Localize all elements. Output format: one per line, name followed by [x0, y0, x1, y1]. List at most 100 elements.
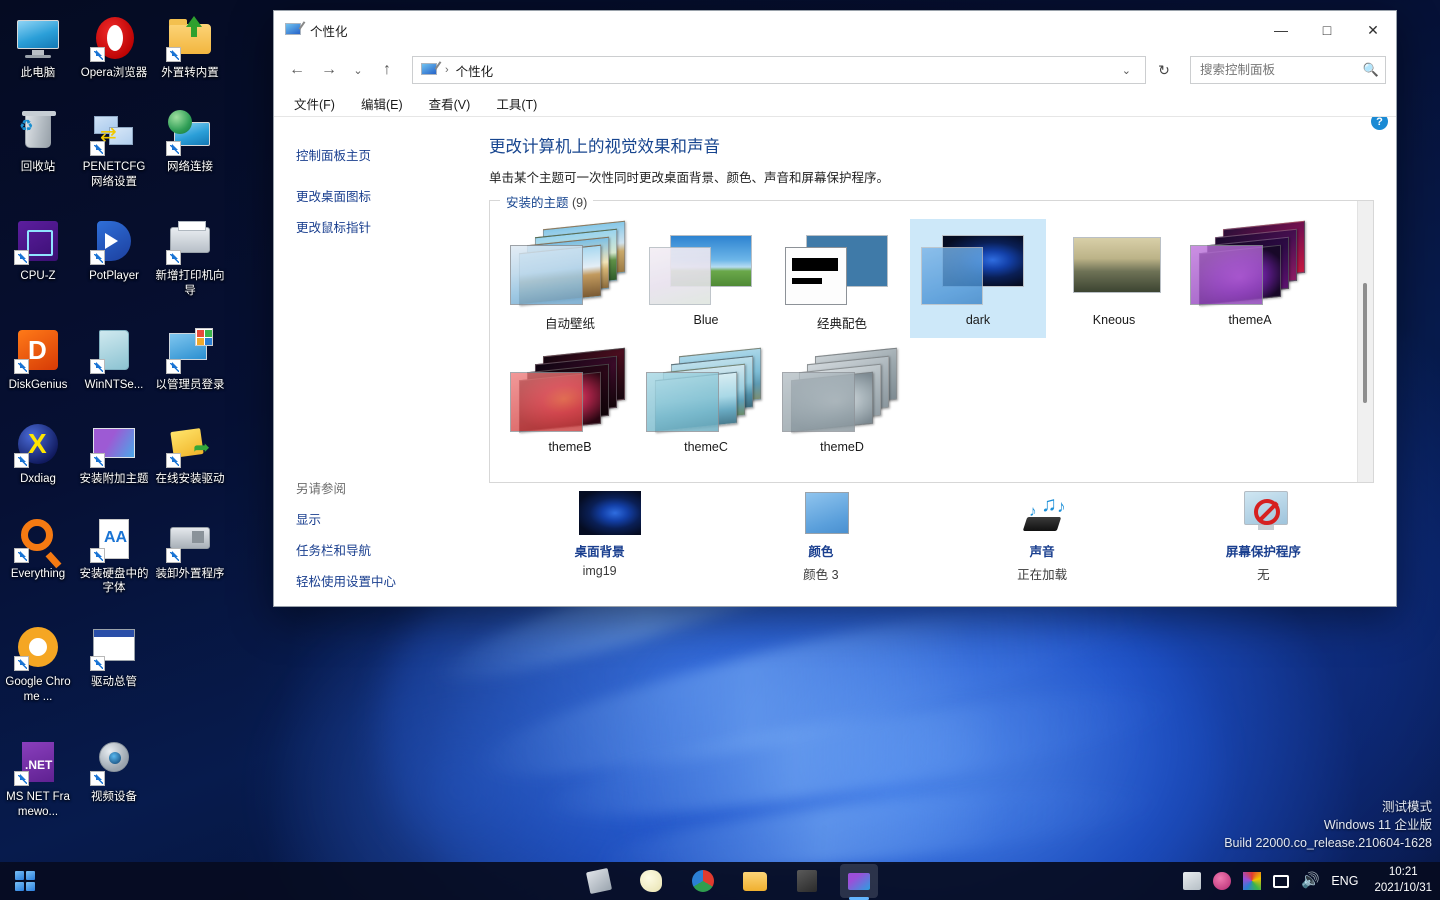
setting-sound[interactable]: ♪ ♫ ♪ 声音 正在加载	[932, 491, 1153, 583]
desktop-icon-google-chrome[interactable]: Google Chrome ...	[0, 617, 76, 708]
taskbar-item-personalization[interactable]	[840, 864, 878, 900]
see-also-ease-of-access[interactable]: 轻松使用设置中心	[296, 565, 396, 596]
desktop-background-icon	[569, 491, 641, 535]
up-button[interactable]: ↑	[372, 55, 402, 85]
setting-desktop-background[interactable]: 桌面背景 img19	[489, 491, 710, 578]
desktop-icon-external-program[interactable]: 装卸外置程序	[152, 509, 228, 600]
see-also-header: 另请参阅	[296, 482, 347, 496]
theme-thumbnail	[646, 223, 766, 309]
desktop-icon-diskgenius[interactable]: DiskGenius	[0, 320, 76, 396]
theme-item-themeA[interactable]: themeA	[1182, 219, 1318, 338]
taskbar-item-floppy-save[interactable]	[580, 864, 618, 898]
desktop-icon-dxdiag[interactable]: Dxdiag	[0, 414, 76, 490]
theme-item-auto-wallpaper[interactable]: 自动壁纸	[502, 219, 638, 338]
theme-item-themeD[interactable]: themeD	[774, 346, 910, 460]
network-icon[interactable]	[1273, 874, 1290, 888]
see-also-display[interactable]: 显示	[296, 503, 321, 534]
safely-remove-hardware-icon[interactable]	[1183, 872, 1202, 890]
search-box[interactable]: 🔍	[1190, 56, 1386, 84]
taskbar-item-bird-app[interactable]	[632, 864, 670, 898]
desktop-icon-label: MS NET Framewo...	[6, 791, 70, 818]
refresh-button[interactable]: ↻	[1148, 56, 1180, 84]
theme-item-kneous[interactable]: Kneous	[1046, 219, 1182, 338]
desktop-icon-winntsetup[interactable]: WinNTSe...	[76, 320, 152, 396]
taskbar-item-memory[interactable]	[788, 864, 826, 898]
clock[interactable]: 10:21 2021/10/31	[1374, 865, 1432, 896]
see-also-taskbar-navigation[interactable]: 任务栏和导航	[296, 534, 371, 565]
close-button[interactable]: ✕	[1350, 11, 1396, 49]
dotnet-framework-icon	[14, 738, 62, 787]
sidebar-item-change-desktop-icons[interactable]: 更改桌面图标	[296, 180, 371, 211]
this-pc-icon	[14, 14, 62, 62]
desktop-icon-recycle-bin[interactable]: ♻ 回收站	[0, 102, 76, 193]
chevron-down-icon[interactable]: ⌄	[1112, 64, 1141, 77]
page-subtitle: 单击某个主题可一次性同时更改桌面背景、颜色、声音和屏幕保护程序。	[489, 171, 890, 185]
group-legend: 安装的主题 (9)	[500, 192, 594, 211]
desktop-icon-add-printer[interactable]: 新增打印机向导	[152, 211, 228, 302]
setting-title[interactable]: 屏幕保护程序	[1153, 541, 1374, 560]
theme-item-themeC[interactable]: themeC	[638, 346, 774, 460]
desktop-icon-potplayer[interactable]: PotPlayer	[76, 211, 152, 302]
sidebar-item-change-mouse-pointer[interactable]: 更改鼠标指针	[296, 211, 371, 242]
back-button[interactable]: ←	[282, 55, 312, 85]
language-indicator[interactable]: ENG	[1331, 874, 1358, 888]
theme-item-themeB[interactable]: themeB	[502, 346, 638, 460]
screensaver-icon	[1232, 491, 1294, 535]
menu-edit[interactable]: 编辑(E)	[357, 92, 407, 115]
theme-item-dark[interactable]: dark	[910, 219, 1046, 338]
desktop-icon-cpuz[interactable]: CPU-Z	[0, 211, 76, 302]
desktop-icon-dotnet-framework[interactable]: MS NET Framewo...	[0, 732, 76, 823]
forward-button[interactable]: →	[314, 55, 344, 85]
desktop-icon-install-theme[interactable]: 安装附加主题	[76, 414, 152, 490]
theme-label: themeC	[684, 440, 728, 454]
desktop-icon-everything[interactable]: Everything	[0, 509, 76, 600]
desktop-icon-row: Everything 安装硬盘中的字体 装卸外置程序	[0, 509, 228, 600]
notification-dot-icon[interactable]	[1213, 872, 1232, 890]
scrollbar-thumb[interactable]	[1363, 283, 1367, 403]
help-icon[interactable]: ?	[1371, 117, 1388, 130]
theme-item-classic[interactable]: 经典配色	[774, 219, 910, 338]
desktop-icon-label: CPU-Z	[20, 270, 56, 283]
theme-thumbnail	[782, 223, 902, 309]
search-icon[interactable]: 🔍	[1363, 62, 1379, 78]
theme-item-blue[interactable]: Blue	[638, 219, 774, 338]
recent-locations-button[interactable]: ⌄	[346, 55, 370, 85]
maximize-button[interactable]: □	[1304, 11, 1350, 49]
minimize-button[interactable]: —	[1258, 11, 1304, 49]
desktop-icon-admin-login[interactable]: 以管理员登录	[152, 320, 228, 396]
theme-thumbnail	[1190, 220, 1310, 309]
taskbar-item-file-explorer[interactable]	[736, 864, 774, 898]
color-picker-icon[interactable]	[1243, 872, 1262, 890]
sidebar-item-control-panel-home[interactable]: 控制面板主页	[296, 139, 371, 170]
opera-browser-icon	[90, 14, 138, 62]
desktop-icon-online-driver[interactable]: ➦ 在线安装驱动	[152, 414, 228, 490]
desktop-icon-network-connection[interactable]: 网络连接	[152, 102, 228, 193]
setting-title[interactable]: 桌面背景	[489, 541, 710, 560]
start-button[interactable]	[0, 862, 50, 900]
desktop-icon-driver-manager[interactable]: 驱动总管	[76, 617, 152, 708]
window-titlebar[interactable]: 个性化 — □ ✕	[274, 11, 1396, 49]
theme-list-scrollbar[interactable]	[1357, 201, 1373, 482]
desktop-icon-opera[interactable]: Opera浏览器	[76, 8, 152, 84]
test-mode-watermark: 测试模式 Windows 11 企业版 Build 22000.co_relea…	[1224, 798, 1432, 852]
desktop-icon-install-font[interactable]: 安装硬盘中的字体	[76, 509, 152, 600]
menu-file[interactable]: 文件(F)	[290, 92, 339, 115]
desktop-icon-grid: 此电脑 Opera浏览器 外置转内置 ♻ 回收站 ⇄ PENETCFG网络设置 …	[0, 8, 228, 823]
volume-icon[interactable]: 🔊	[1301, 872, 1320, 890]
desktop-icon-video-device[interactable]: 视频设备	[76, 732, 152, 823]
search-input[interactable]	[1200, 63, 1363, 77]
setting-title[interactable]: 声音	[932, 541, 1153, 560]
setting-color[interactable]: 颜色 颜色 3	[710, 491, 931, 583]
menu-tools[interactable]: 工具(T)	[492, 92, 541, 115]
menu-view[interactable]: 查看(V)	[425, 92, 475, 115]
desktop-icon-row: 此电脑 Opera浏览器 外置转内置	[0, 8, 228, 84]
setting-screensaver[interactable]: 屏幕保护程序 无	[1153, 491, 1374, 583]
desktop-icon-external-to-internal[interactable]: 外置转内置	[152, 8, 228, 84]
desktop-icon-label: WinNTSe...	[84, 378, 144, 391]
group-legend-label: 安装的主题	[506, 196, 569, 210]
desktop-icon-this-pc[interactable]: 此电脑	[0, 8, 76, 84]
taskbar-item-security[interactable]	[684, 864, 722, 898]
desktop-icon-penetcfg[interactable]: ⇄ PENETCFG网络设置	[76, 102, 152, 193]
setting-title[interactable]: 颜色	[710, 541, 931, 560]
address-bar[interactable]: › 个性化 ⌄	[412, 56, 1146, 84]
